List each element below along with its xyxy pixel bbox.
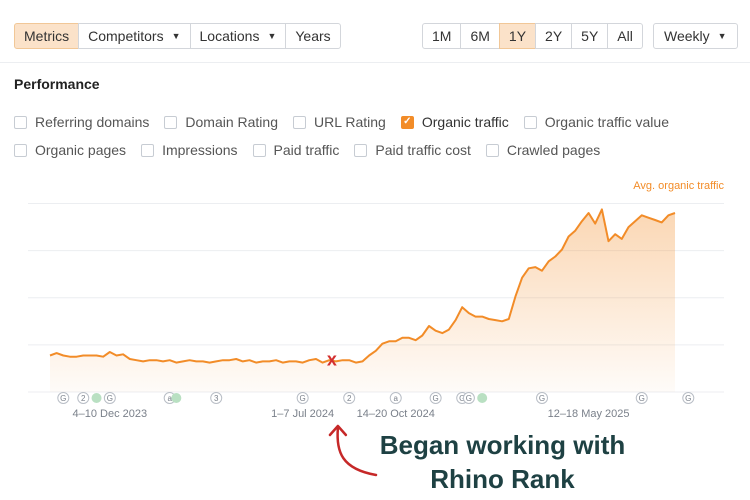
start-marker: x [327,349,337,369]
event-marker: 2 [77,392,90,404]
metric-organic-traffic-value-checkbox[interactable]: Organic traffic value [523,114,669,130]
event-dot [91,393,102,403]
event-badge-label: G [639,394,645,403]
series-area [50,209,675,392]
annotation-text: Began working with Rhino Rank [370,428,635,496]
range-buttons: 1M 6M 1Y 2Y 5Y All [422,23,643,49]
tab-locations[interactable]: Locations ▼ [189,23,287,49]
event-marker: G [429,392,442,404]
metric-organic-pages-checkbox[interactable]: Organic pages [14,142,126,158]
tab-metrics[interactable]: Metrics [14,23,80,49]
range-6m-button[interactable]: 6M [460,23,500,49]
tab-label: Years [295,28,331,44]
x-tick-label: 1–7 Jul 2024 [271,408,334,420]
annotation-line-1: Began working with [379,430,626,460]
event-marker: G [536,392,549,404]
checkbox-empty-icon [164,115,178,129]
checkbox-empty-icon [354,143,368,157]
metric-label: Organic pages [35,142,127,158]
event-badge-label: G [60,394,66,403]
metric-organic-traffic-checkbox[interactable]: Organic traffic [400,114,509,130]
metric-paid-traffic-cost-checkbox[interactable]: Paid traffic cost [354,142,471,158]
metric-row: Organic pages Impressions Paid traffic Paid… [14,136,734,164]
checkbox-empty-icon [293,115,306,129]
chevron-down-icon: ▼ [171,31,181,41]
checkbox-empty-icon [141,143,155,157]
toolbar-divider [0,62,750,63]
range-5y-button[interactable]: 5Y [571,23,609,49]
event-badge-label: 2 [81,394,86,403]
event-badge-label: G [433,394,439,403]
event-badge-label: G [300,394,306,403]
event-badge-label: G [107,394,113,403]
section-title: Performance [14,76,100,92]
legend-label: Avg. organic traffic [633,180,724,192]
event-badge-label: 2 [347,394,352,403]
metric-label: Crawled pages [506,142,601,158]
checkbox-empty-icon [14,115,27,129]
event-dot [171,393,182,403]
range-2y-button[interactable]: 2Y [535,23,573,49]
range-1y-button[interactable]: 1Y [498,23,537,49]
event-badge-label: G [539,394,545,403]
event-marker: G [57,392,70,404]
event-marker: G [635,392,648,404]
metric-referring-domains-checkbox[interactable]: Referring domains [14,114,149,130]
x-tick-label: 14–20 Oct 2024 [357,408,435,420]
checkbox-empty-icon [485,143,499,157]
x-tick-label: 4–10 Dec 2023 [73,408,148,420]
metric-row: Referring domains Domain Rating URL Rating… [14,108,734,136]
x-tick-label: 12–18 May 2025 [548,408,630,420]
event-badge-label: G [685,394,691,403]
event-marker: a [389,392,402,404]
chevron-down-icon: ▼ [267,31,277,41]
event-badge-label: a [394,394,399,403]
checkbox-empty-icon [252,143,266,157]
interval-group: Weekly ▼ [653,23,738,49]
tab-years[interactable]: Years [285,23,341,49]
interval-label: Weekly [664,28,710,44]
tab-competitors[interactable]: Competitors ▼ [78,23,191,49]
metric-label: Organic traffic [421,114,509,130]
metric-selector: Referring domains Domain Rating URL Rating… [14,108,734,164]
metric-label: Impressions [162,142,238,158]
annotation-line-2: Rhino Rank [430,464,575,494]
toolbar: Metrics Competitors ▼ Locations ▼ Years 1M 6M 1… [0,0,750,62]
range-1m-button[interactable]: 1M [422,23,462,49]
event-marker: G [103,392,116,404]
event-marker: 2 [343,392,356,404]
tab-label: Competitors [88,28,164,44]
metric-url-rating-checkbox[interactable]: URL Rating [293,114,386,130]
event-marker: 3 [210,392,223,404]
event-badge-label: 3 [214,394,219,403]
checkbox-checked-icon [400,115,414,129]
interval-dropdown[interactable]: Weekly ▼ [653,23,738,49]
event-marker: G [296,392,309,404]
view-tabs: Metrics Competitors ▼ Locations ▼ Years [14,23,341,49]
range-all-button[interactable]: All [607,23,643,49]
checkbox-empty-icon [14,143,27,157]
metric-label: Paid traffic [273,142,340,158]
metric-crawled-pages-checkbox[interactable]: Crawled pages [485,142,601,158]
metric-domain-rating-checkbox[interactable]: Domain Rating [164,114,278,130]
metric-label: Referring domains [35,114,150,130]
checkbox-empty-icon [523,115,537,129]
tab-label: Metrics [24,28,70,44]
metric-label: Paid traffic cost [375,142,471,158]
metric-label: Domain Rating [185,114,278,130]
metric-label: URL Rating [314,114,386,130]
event-dot [477,393,488,403]
event-badge-label: G [466,394,472,403]
event-marker: G [682,392,695,404]
tab-label: Locations [199,28,260,44]
chevron-down-icon: ▼ [717,31,727,41]
metric-label: Organic traffic value [544,114,669,130]
event-marker: G [462,392,475,404]
traffic-chart: Avg. organic trafficG 2 Ga 3 G 2 a G G G G G G4–10 D… [28,180,724,420]
metric-paid-traffic-checkbox[interactable]: Paid traffic [252,142,340,158]
metric-impressions-checkbox[interactable]: Impressions [141,142,238,158]
